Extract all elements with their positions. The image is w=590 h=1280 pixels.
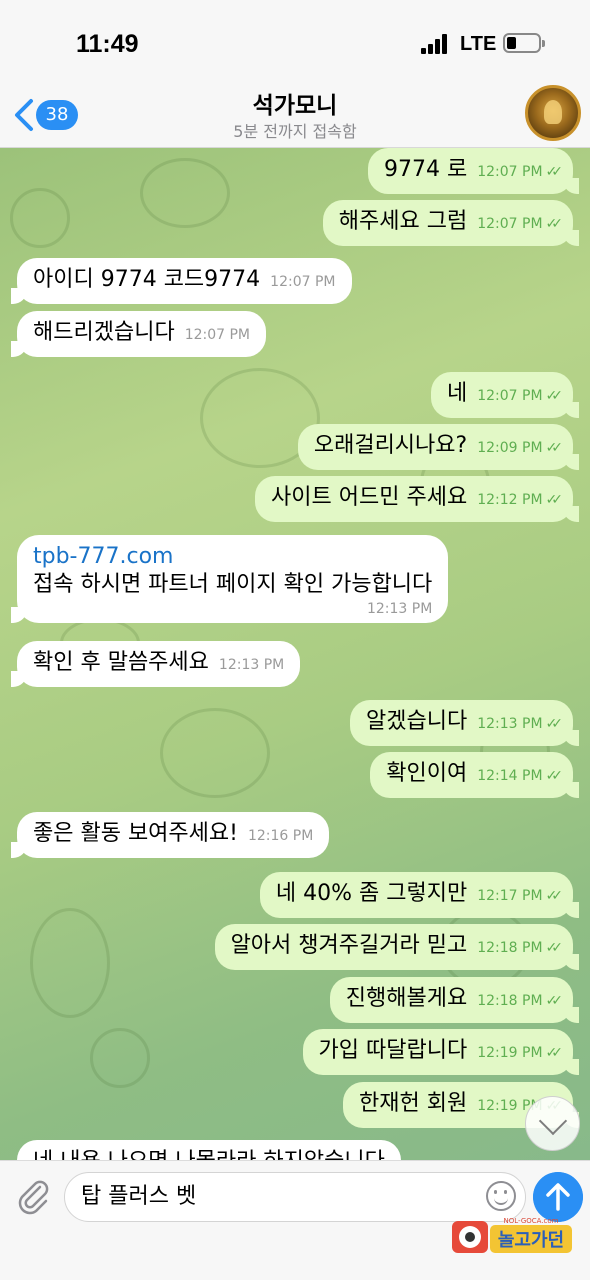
message-time: 12:17 PM [477,888,543,904]
avatar[interactable] [525,85,581,141]
message-text: 사이트 어드민 주세요 [271,485,468,510]
message-time: 12:19 PM [477,1045,543,1061]
read-check-icon: ✓✓ [545,940,564,956]
signal-icon [421,34,449,54]
attach-icon[interactable] [16,1177,50,1215]
incoming-message[interactable]: 좋은 활동 보여주세요! 12:16 PM [10,812,330,858]
network-type: LTE [460,33,497,55]
incoming-message[interactable]: 해드리겠습니다 12:07 PM [10,311,267,357]
message-text: 오래걸리시나요? [313,433,468,458]
message-link[interactable]: tpb-777.com [33,543,432,571]
read-check-icon: ✓✓ [545,440,564,456]
composer-bar: 탑 플러스 벳 놀고가던 NOL-GOCA.com [0,1160,590,1280]
chat-header: 38 석가모니 5분 전까지 접속함 [0,80,590,148]
message-text: 확인이여 [386,761,468,786]
outgoing-message[interactable]: 9774 로 12:07 PM ✓✓ [367,148,580,194]
message-text: 확인 후 말씀주세요 [33,650,209,675]
message-time: 12:13 PM [477,716,543,732]
message-text: 가입 따달랍니다 [318,1038,468,1063]
message-time: 12:07 PM [270,274,336,290]
outgoing-message[interactable]: 해주세요 그럼 12:07 PM ✓✓ [322,200,580,246]
message-time: 12:07 PM [477,164,543,180]
incoming-message[interactable]: 아이디 9774 코드9774 12:07 PM [11,258,352,304]
read-check-icon: ✓✓ [545,716,564,732]
message-time: 12:13 PM [218,657,285,673]
read-check-icon: ✓✓ [545,164,564,180]
message-time: 12:18 PM [477,993,543,1009]
outgoing-message[interactable]: 네 12:07 PM ✓✓ [430,372,580,418]
read-check-icon: ✓✓ [545,216,564,232]
message-text: 9774 로 [383,157,468,182]
status-time: 11:49 [76,30,139,58]
svg-text:NOL-GOCA.com: NOL-GOCA.com [504,1217,559,1225]
message-time: 12:14 PM [477,768,543,784]
message-text: 해주세요 그럼 [338,209,468,234]
message-text: 아이디 9774 코드9774 [33,267,261,292]
status-bar: 11:49 LTE [0,0,590,80]
incoming-message[interactable]: tpb-777.com 접속 하시면 파트너 페이지 확인 가능합니다 12:13 … [10,535,449,623]
battery-icon [503,33,545,53]
message-text: 네 [446,381,468,406]
message-time: 12:16 PM [247,828,314,844]
message-text: 좋은 활동 보여주세요! [33,821,238,846]
message-time: 12:18 PM [477,940,543,956]
outgoing-message[interactable]: 진행해볼게요 12:18 PM ✓✓ [329,977,580,1023]
outgoing-message[interactable]: 알아서 챙겨주길거라 믿고 12:18 PM ✓✓ [214,924,580,970]
outgoing-message[interactable]: 오래걸리시나요? 12:09 PM ✓✓ [297,424,580,470]
message-text: 해드리겠습니다 [33,320,175,345]
outgoing-message[interactable]: 네 40% 좀 그렇지만 12:17 PM ✓✓ [259,872,580,918]
message-time: 12:09 PM [477,440,543,456]
message-time: 12:13 PM [366,601,433,617]
outgoing-message[interactable]: 사이트 어드민 주세요 12:12 PM ✓✓ [255,476,579,522]
message-time: 12:07 PM [477,388,543,404]
read-check-icon: ✓✓ [545,388,564,404]
outgoing-message[interactable]: 확인이여 12:14 PM ✓✓ [370,752,579,798]
message-text: 알겠습니다 [366,709,468,734]
message-text: 한재헌 회원 [359,1091,468,1116]
chat-title[interactable]: 석가모니 [0,86,590,120]
read-check-icon: ✓✓ [545,492,564,508]
message-time: 12:07 PM [477,216,543,232]
emoji-icon[interactable] [486,1181,516,1211]
message-text: 진행해볼게요 [345,986,468,1011]
incoming-message[interactable]: 확인 후 말씀주세요 12:13 PM [10,641,301,687]
svg-text:놀고가던: 놀고가던 [498,1230,564,1251]
message-text: 알아서 챙겨주길거라 믿고 [230,933,468,958]
scroll-down-button[interactable] [525,1096,580,1151]
last-seen-status: 5분 전까지 접속함 [233,122,357,141]
message-text: 접속 하시면 파트너 페이지 확인 가능합니다 [33,572,433,597]
outgoing-message[interactable]: 알겠습니다 12:13 PM ✓✓ [350,700,579,746]
message-time: 12:07 PM [184,327,251,343]
message-text: 네 40% 좀 그렇지만 [275,881,468,906]
watermark-logo: 놀고가던 NOL-GOCA.com [452,1217,572,1253]
message-time: 12:12 PM [477,492,543,508]
read-check-icon: ✓✓ [545,993,564,1009]
read-check-icon: ✓✓ [545,888,564,904]
read-check-icon: ✓✓ [545,768,564,784]
outgoing-message[interactable]: 가입 따달랍니다 12:19 PM ✓✓ [302,1029,580,1075]
read-check-icon: ✓✓ [545,1045,564,1061]
